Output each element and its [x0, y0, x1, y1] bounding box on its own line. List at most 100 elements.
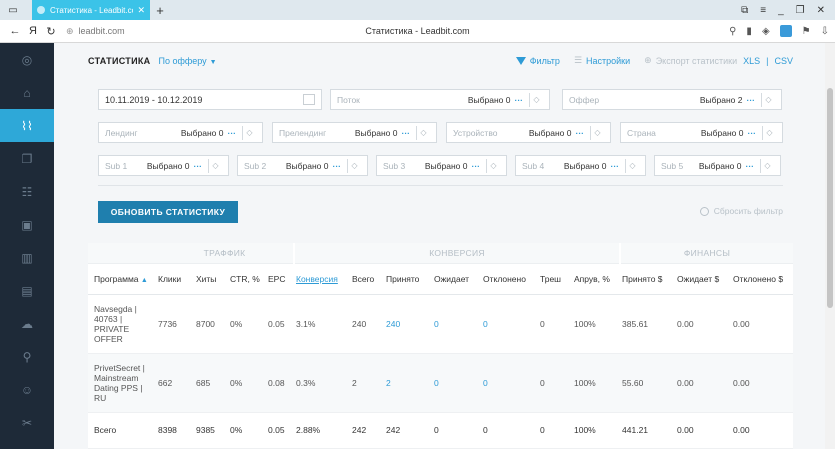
sidebar-item-copy[interactable]: ❐ — [0, 142, 54, 175]
settings-link[interactable]: ☰ Настройки — [574, 55, 630, 66]
url-field[interactable]: ⊕ leadbit.com — [66, 26, 316, 37]
sub4-field[interactable]: Sub 4 Выбрано 0 ··· ◇ — [515, 155, 646, 176]
sidebar-item-card[interactable]: ▤ — [0, 274, 54, 307]
spinner-icon[interactable]: ◇ — [208, 158, 222, 173]
search-icon[interactable]: ⚲ — [729, 26, 736, 37]
country-field[interactable]: Страна Выбрано 0 ··· ◇ — [620, 122, 783, 143]
more-icon[interactable]: ··· — [576, 128, 585, 138]
col-pending[interactable]: Ожидает — [432, 263, 481, 295]
col-hits[interactable]: Хиты — [194, 263, 228, 295]
more-icon[interactable]: ··· — [748, 128, 757, 138]
col-accepted-money[interactable]: Принято $ — [620, 263, 676, 295]
yandex-icon[interactable]: Я — [24, 25, 42, 37]
more-icon[interactable]: ··· — [333, 161, 342, 171]
calendar-icon[interactable] — [303, 94, 315, 105]
spinner-icon[interactable]: ◇ — [625, 158, 639, 173]
spinner-icon[interactable]: ◇ — [762, 125, 776, 140]
col-conversion[interactable]: Конверсия — [294, 263, 350, 295]
more-icon[interactable]: ··· — [515, 95, 524, 105]
download-icon[interactable]: ⇩ — [821, 26, 829, 37]
flow-field[interactable]: Поток Выбрано 0 ··· ◇ — [330, 89, 550, 110]
extension-icon[interactable] — [779, 25, 792, 37]
sub5-field[interactable]: Sub 5 Выбрано 0 ··· ◇ — [654, 155, 781, 176]
scrollbar-thumb[interactable] — [827, 88, 833, 308]
minimize-icon[interactable]: _ — [778, 5, 784, 16]
sidebar-item-tools[interactable]: ✂ — [0, 406, 54, 439]
col-program[interactable]: Программа ▲ — [88, 263, 156, 295]
more-icon[interactable]: ··· — [611, 161, 620, 171]
sidebar-item-building[interactable]: ▥ — [0, 241, 54, 274]
country-value: Выбрано 0 — [700, 127, 744, 138]
sidebar-item-home[interactable]: ⌂ — [0, 76, 54, 109]
col-rejected-money[interactable]: Отклонено $ — [731, 263, 793, 295]
close-tab-icon[interactable]: ✕ — [137, 5, 145, 16]
col-epc[interactable]: EPC — [266, 263, 294, 295]
more-icon[interactable]: ··· — [228, 128, 237, 138]
col-rejected[interactable]: Отклонено — [481, 263, 538, 295]
site-info-icon[interactable]: ⊕ — [66, 26, 74, 37]
close-window-icon[interactable]: ✕ — [817, 5, 825, 16]
browser-tab[interactable]: Статистика - Leadbit.com ✕ — [32, 0, 150, 20]
sidebar-item-user[interactable]: ☺ — [0, 373, 54, 406]
col-pending-money[interactable]: Ожидает $ — [675, 263, 732, 295]
col-trash[interactable]: Треш — [538, 263, 572, 295]
spinner-icon[interactable]: ◇ — [761, 92, 775, 107]
cell-conversion: 0.3% — [294, 353, 350, 413]
window-menu-icon[interactable]: ▭ — [6, 3, 20, 17]
landing-field[interactable]: Лендинг Выбрано 0 ··· ◇ — [98, 122, 263, 143]
maximize-icon[interactable]: ❐ — [796, 5, 805, 16]
rejected-link[interactable]: 0 — [483, 319, 488, 329]
back-icon[interactable]: ← — [6, 25, 24, 37]
spinner-icon[interactable]: ◇ — [416, 125, 430, 140]
prelanding-field[interactable]: Прелендинг Выбрано 0 ··· ◇ — [272, 122, 437, 143]
translate-icon[interactable]: ⚑ — [802, 26, 811, 37]
page-scrollbar[interactable] — [825, 43, 835, 449]
spinner-icon[interactable]: ◇ — [529, 92, 543, 107]
spinner-icon[interactable]: ◇ — [486, 158, 500, 173]
spinner-icon[interactable]: ◇ — [760, 158, 774, 173]
spinner-icon[interactable]: ◇ — [347, 158, 361, 173]
accepted-link[interactable]: 2 — [386, 378, 391, 388]
reload-icon[interactable]: ↻ — [42, 25, 60, 38]
reset-filter-link[interactable]: Сбросить фильтр — [699, 206, 783, 216]
sidebar-item-target[interactable]: ◎ — [0, 43, 54, 76]
sidebar-item-link[interactable]: ⚲ — [0, 340, 54, 373]
more-icon[interactable]: ··· — [472, 161, 481, 171]
date-range-field[interactable]: 10.11.2019 - 10.12.2019 — [98, 89, 322, 110]
spinner-icon[interactable]: ◇ — [242, 125, 256, 140]
offer-field[interactable]: Оффер Выбрано 2 ··· ◇ — [562, 89, 782, 110]
spinner-icon[interactable]: ◇ — [590, 125, 604, 140]
group-by-dropdown[interactable]: По офферу ▼ — [158, 56, 216, 66]
col-total[interactable]: Всего — [350, 263, 384, 295]
sidebar-item-box[interactable]: ▣ — [0, 208, 54, 241]
pending-link[interactable]: 0 — [434, 319, 439, 329]
more-icon[interactable]: ··· — [746, 161, 755, 171]
new-tab-button[interactable]: + — [150, 3, 170, 18]
filter-toggle[interactable]: Фильтр — [515, 56, 560, 66]
more-icon[interactable]: ··· — [747, 95, 756, 105]
col-approve[interactable]: Апрув, % — [572, 263, 621, 295]
export-csv-link[interactable]: CSV — [774, 56, 793, 66]
sub3-field[interactable]: Sub 3 Выбрано 0 ··· ◇ — [376, 155, 507, 176]
sidebar-item-cloud[interactable]: ☁ — [0, 307, 54, 340]
col-clicks[interactable]: Клики — [156, 263, 194, 295]
sub1-field[interactable]: Sub 1 Выбрано 0 ··· ◇ — [98, 155, 229, 176]
refresh-stats-button[interactable]: ОБНОВИТЬ СТАТИСТИКУ — [98, 201, 238, 223]
pending-link[interactable]: 0 — [434, 378, 439, 388]
sub2-field[interactable]: Sub 2 Выбрано 0 ··· ◇ — [237, 155, 368, 176]
col-ctr[interactable]: CTR, % — [228, 263, 266, 295]
bookmarks-icon[interactable]: ⧉ — [741, 5, 748, 16]
bookmark-icon[interactable]: ▮ — [746, 26, 752, 37]
rejected-link[interactable]: 0 — [483, 378, 488, 388]
more-icon[interactable]: ··· — [402, 128, 411, 138]
shield-icon[interactable]: ◈ — [762, 26, 770, 37]
export-xls-link[interactable]: XLS — [743, 56, 760, 66]
sidebar-item-stats[interactable]: ⌇⌇ — [0, 109, 54, 142]
menu-icon[interactable]: ≡ — [760, 5, 766, 16]
tools-icon: ✂ — [21, 415, 33, 430]
col-accepted[interactable]: Принято — [384, 263, 432, 295]
more-icon[interactable]: ··· — [194, 161, 203, 171]
device-field[interactable]: Устройство Выбрано 0 ··· ◇ — [446, 122, 611, 143]
sidebar-item-users[interactable]: ☷ — [0, 175, 54, 208]
accepted-link[interactable]: 240 — [386, 319, 400, 329]
